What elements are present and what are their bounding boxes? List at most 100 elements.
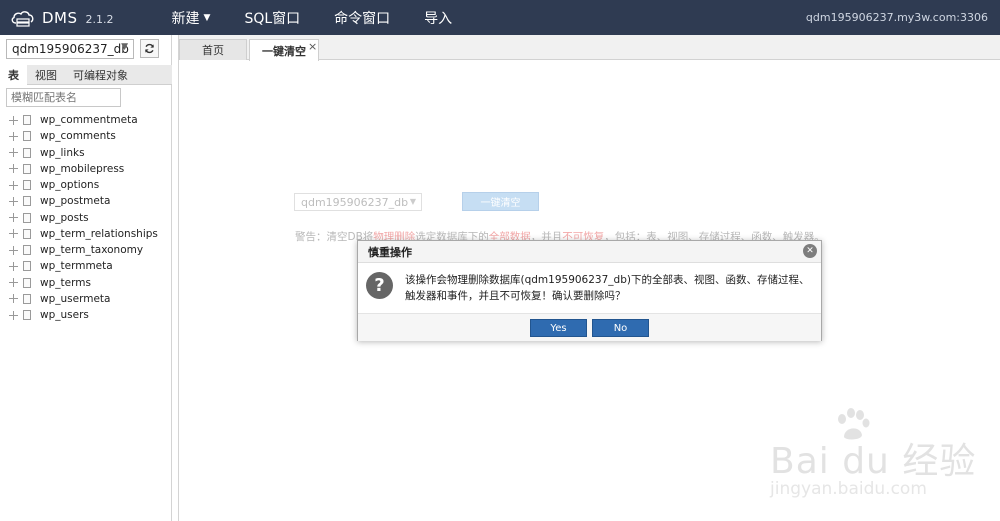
chevron-down-icon: ▼ <box>121 42 128 52</box>
table-row[interactable]: wp_postmeta <box>0 193 170 209</box>
table-name: wp_term_taxonomy <box>40 244 144 257</box>
table-name: wp_usermeta <box>40 292 111 305</box>
table-icon <box>23 277 31 288</box>
chevron-down-icon: ▼ <box>203 12 211 23</box>
dialog-message: 该操作会物理删除数据库(qdm195906237_db)下的全部表、视图、函数、… <box>405 274 810 302</box>
table-icon <box>23 115 31 126</box>
no-button[interactable]: No <box>592 319 649 337</box>
clear-database-select-value: qdm195906237_db <box>301 195 409 209</box>
table-name: wp_posts <box>40 211 89 224</box>
table-name: wp_mobilepress <box>40 162 125 175</box>
expand-icon[interactable] <box>9 196 18 206</box>
table-name: wp_commentmeta <box>40 114 138 127</box>
database-select-value: qdm195906237_db <box>12 42 129 56</box>
expand-icon[interactable] <box>9 294 18 304</box>
dialog-body: ? 该操作会物理删除数据库(qdm195906237_db)下的全部表、视图、函… <box>358 264 821 312</box>
table-name: wp_termmeta <box>40 260 113 273</box>
chevron-down-icon: ▼ <box>409 197 416 206</box>
nav-import[interactable]: 导入 <box>424 8 452 28</box>
nav-command-window-label: 命令窗口 <box>334 10 391 27</box>
nav-sql-window-label: SQL窗口 <box>244 10 301 27</box>
table-row[interactable]: wp_usermeta <box>0 291 170 307</box>
expand-icon[interactable] <box>9 115 18 125</box>
table-name: wp_term_relationships <box>40 227 158 240</box>
nav-new-label: 新建 <box>171 10 200 27</box>
tab-programmable-objects[interactable]: 可编程对象 <box>65 65 136 85</box>
table-icon <box>23 147 31 158</box>
table-row[interactable]: wp_posts <box>0 210 170 226</box>
cloud-server-icon <box>11 10 34 27</box>
one-click-clear-button[interactable]: 一键清空 <box>462 192 539 211</box>
tab-bar: 首页 一键清空 × <box>179 35 1000 61</box>
nav-new[interactable]: 新建 ▼ <box>172 8 211 28</box>
table-row[interactable]: wp_term_taxonomy <box>0 242 170 258</box>
nav-import-label: 导入 <box>424 10 453 27</box>
table-row[interactable]: wp_commentmeta <box>0 112 170 128</box>
table-icon <box>23 212 31 223</box>
expand-icon[interactable] <box>9 310 18 320</box>
table-row[interactable]: wp_links <box>0 145 170 161</box>
dialog-title: 慎重操作 <box>368 245 412 259</box>
sidebar: qdm195906237_db ▼ 表 视图 可编程对象 wp_commentm… <box>0 35 172 521</box>
table-icon <box>23 228 31 239</box>
dialog-footer: Yes No <box>358 313 821 341</box>
yes-button[interactable]: Yes <box>530 319 587 337</box>
table-name: wp_terms <box>40 276 91 289</box>
server-address: qdm195906237.my3w.com:3306 <box>805 11 988 24</box>
table-icon <box>23 261 31 272</box>
expand-icon[interactable] <box>9 180 18 190</box>
confirm-dialog: 慎重操作 ✕ ? 该操作会物理删除数据库(qdm195906237_db)下的全… <box>357 240 822 341</box>
close-tab-icon[interactable]: × <box>308 40 317 53</box>
app-version: 2.1.2 <box>85 12 114 26</box>
nav-sql-window[interactable]: SQL窗口 <box>244 8 300 28</box>
clear-database-select[interactable]: qdm195906237_db ▼ <box>294 193 422 211</box>
table-row[interactable]: wp_termmeta <box>0 258 170 274</box>
expand-icon[interactable] <box>9 261 18 271</box>
expand-icon[interactable] <box>9 164 18 174</box>
main-nav: 新建 ▼ SQL窗口 命令窗口 导入 <box>172 8 487 28</box>
table-name: wp_comments <box>40 130 116 143</box>
table-icon <box>23 245 31 256</box>
table-list: wp_commentmeta wp_comments wp_links wp_mobi… <box>0 112 170 323</box>
table-row[interactable]: wp_users <box>0 307 170 323</box>
app-name: DMS <box>42 8 78 27</box>
table-name: wp_links <box>40 146 85 159</box>
top-bar: DMS 2.1.2 新建 ▼ SQL窗口 命令窗口 导入 qdm19590623… <box>0 0 1000 35</box>
question-icon: ? <box>366 272 393 299</box>
expand-icon[interactable] <box>9 148 18 158</box>
tab-tables[interactable]: 表 <box>0 65 27 85</box>
close-icon[interactable]: ✕ <box>803 244 817 258</box>
table-icon <box>23 163 31 174</box>
dialog-header: 慎重操作 ✕ <box>358 241 821 263</box>
watermark: Bai du 经验 jingyan.baidu.com <box>770 407 995 517</box>
expand-icon[interactable] <box>9 213 18 223</box>
expand-icon[interactable] <box>9 245 18 255</box>
table-icon <box>23 180 31 191</box>
expand-icon[interactable] <box>9 229 18 239</box>
object-tabs: 表 视图 可编程对象 <box>0 65 172 85</box>
table-row[interactable]: wp_term_relationships <box>0 226 170 242</box>
tab-home[interactable]: 首页 <box>179 39 247 60</box>
table-row[interactable]: wp_terms <box>0 275 170 291</box>
expand-icon[interactable] <box>9 278 18 288</box>
table-name: wp_users <box>40 309 89 322</box>
table-icon <box>23 131 31 142</box>
tab-views[interactable]: 视图 <box>27 65 65 85</box>
watermark-url: jingyan.baidu.com <box>770 479 927 499</box>
table-icon <box>23 310 31 321</box>
table-icon <box>23 196 31 207</box>
expand-icon[interactable] <box>9 131 18 141</box>
table-row[interactable]: wp_comments <box>0 128 170 144</box>
app-logo: DMS 2.1.2 <box>10 9 114 27</box>
refresh-icon <box>145 43 154 54</box>
watermark-brand: Bai du 经验 <box>770 441 977 482</box>
nav-command-window[interactable]: 命令窗口 <box>334 8 390 28</box>
table-filter-input[interactable] <box>6 88 121 107</box>
refresh-button[interactable] <box>140 39 159 58</box>
table-row[interactable]: wp_mobilepress <box>0 161 170 177</box>
table-name: wp_options <box>40 179 100 192</box>
table-name: wp_postmeta <box>40 195 111 208</box>
table-icon <box>23 293 31 304</box>
table-row[interactable]: wp_options <box>0 177 170 193</box>
database-select[interactable]: qdm195906237_db ▼ <box>6 39 134 59</box>
